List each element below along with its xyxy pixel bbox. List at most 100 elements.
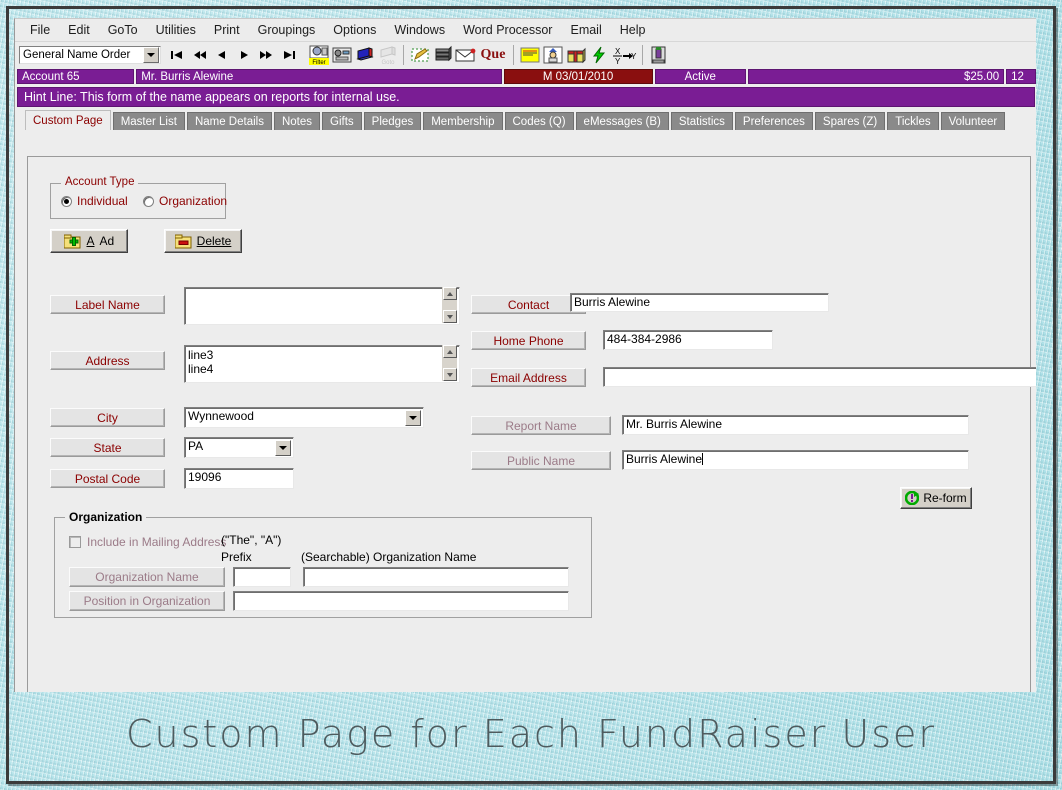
tab-volunteer[interactable]: Volunteer <box>940 112 1006 130</box>
public-name-input[interactable]: Burris Alewine <box>622 450 969 470</box>
state-label[interactable]: State <box>50 438 165 457</box>
postal-code-input[interactable]: 19096 <box>184 468 294 489</box>
next-record-button[interactable] <box>233 45 255 65</box>
scroll-up-icon[interactable] <box>442 345 457 358</box>
city-label[interactable]: City <box>50 408 165 427</box>
scroll-up-icon[interactable] <box>442 287 457 300</box>
menu-item-windows[interactable]: Windows <box>385 21 454 39</box>
menu-item-edit[interactable]: Edit <box>59 21 99 39</box>
label-name-label[interactable]: Label Name <box>50 295 165 314</box>
address-scrollbar[interactable] <box>442 345 459 382</box>
chevron-down-icon[interactable] <box>275 440 291 456</box>
chevron-down-icon[interactable] <box>405 410 421 426</box>
exit-icon[interactable] <box>648 45 669 65</box>
scroll-down-icon[interactable] <box>442 368 457 381</box>
postal-code-label[interactable]: Postal Code <box>50 469 165 488</box>
position-in-organization-input[interactable] <box>233 591 569 611</box>
home-phone-label[interactable]: Home Phone <box>471 331 586 350</box>
tab-label: Spares (Z) <box>822 115 878 128</box>
que-icon[interactable]: Que <box>478 45 508 65</box>
account-number-field[interactable]: Account 65 <box>17 69 135 84</box>
book-icon[interactable] <box>354 45 375 65</box>
tab-statistics[interactable]: Statistics <box>670 112 733 130</box>
filter-icon[interactable]: Filter <box>308 45 329 65</box>
scroll-down-icon[interactable] <box>442 310 457 323</box>
reform-button[interactable]: Re-form <box>900 487 972 509</box>
database-icon[interactable] <box>432 45 453 65</box>
radio-organization[interactable]: Organization <box>143 194 227 208</box>
organization-group: Organization Include in Mailing Address … <box>54 510 592 618</box>
record-state-field[interactable]: Active <box>654 69 746 84</box>
contact-input[interactable]: Burris Alewine <box>570 293 829 312</box>
menu-item-print[interactable]: Print <box>205 21 249 39</box>
next-page-button[interactable] <box>255 45 277 65</box>
tab-custom-page[interactable]: Custom Page <box>25 110 111 130</box>
chevron-down-icon[interactable] <box>143 47 159 63</box>
public-name-label: Public Name <box>471 451 611 470</box>
tab-emessages[interactable]: eMessages (B) <box>575 112 669 130</box>
tab-tickles[interactable]: Tickles <box>887 112 939 130</box>
prev-record-button[interactable] <box>211 45 233 65</box>
edit-pencil-icon[interactable] <box>409 45 430 65</box>
menu-item-email[interactable]: Email <box>561 21 610 39</box>
menu-item-options[interactable]: Options <box>324 21 385 39</box>
record-amount-field[interactable]: $25.00 <box>747 69 1005 84</box>
notepad-icon[interactable] <box>519 45 540 65</box>
contact-label[interactable]: Contact <box>471 295 586 314</box>
first-record-button[interactable] <box>167 45 189 65</box>
record-extra-field[interactable]: 12 <box>1006 69 1036 84</box>
tab-pledges[interactable]: Pledges <box>363 112 422 130</box>
menu-item-groupings[interactable]: Groupings <box>249 21 325 39</box>
address-input[interactable]: line3 line4 <box>184 345 460 383</box>
label-name-input[interactable] <box>184 287 460 325</box>
tab-label: eMessages (B) <box>583 115 661 128</box>
organization-prefix-input[interactable] <box>233 567 291 587</box>
tab-gifts[interactable]: Gifts <box>322 112 362 130</box>
reform-button-label: Re-form <box>923 491 967 505</box>
tab-preferences[interactable]: Preferences <box>734 112 813 130</box>
toolbar: General Name Order Filter Goto Que X Y Y <box>15 42 1036 68</box>
menu-item-goto[interactable]: GoTo <box>99 21 147 39</box>
tab-notes[interactable]: Notes <box>273 112 321 130</box>
last-record-button[interactable] <box>277 45 299 65</box>
city-combo[interactable]: Wynnewood <box>184 407 424 428</box>
record-name-field[interactable]: Mr. Burris Alewine <box>136 69 502 84</box>
lightning-icon[interactable] <box>588 45 609 65</box>
account-type-title: Account Type <box>61 176 139 188</box>
prev-page-button[interactable] <box>189 45 211 65</box>
tab-spares[interactable]: Spares (Z) <box>814 112 886 130</box>
toolbar-separator-3 <box>642 45 643 65</box>
the-a-note: ("The", "A") <box>221 533 282 547</box>
email-address-label[interactable]: Email Address <box>471 368 586 387</box>
menu-item-word-processor[interactable]: Word Processor <box>454 21 561 39</box>
tab-name-details[interactable]: Name Details <box>186 112 272 130</box>
volunteer-icon[interactable] <box>542 45 563 65</box>
name-order-combo[interactable]: General Name Order <box>19 46 161 64</box>
gift-icon[interactable] <box>565 45 586 65</box>
goto-record-icon[interactable] <box>331 45 352 65</box>
organization-name-input[interactable] <box>303 567 569 587</box>
menu-item-file[interactable]: File <box>21 21 59 39</box>
include-in-mailing-address-checkbox[interactable]: Include in Mailing Address <box>69 535 226 549</box>
email-address-input[interactable] <box>603 367 1036 387</box>
crosstab-icon[interactable]: X Y Y <box>611 45 637 65</box>
que-icon-label: Que <box>480 47 506 62</box>
label-name-scrollbar[interactable] <box>442 287 459 324</box>
tab-codes[interactable]: Codes (Q) <box>504 112 574 130</box>
radio-individual[interactable]: Individual <box>61 194 128 208</box>
tab-master-list[interactable]: Master List <box>112 112 185 130</box>
reform-refresh-icon <box>905 491 920 505</box>
envelope-icon[interactable] <box>455 45 476 65</box>
tab-membership[interactable]: Membership <box>423 112 503 130</box>
radio-individual-label: Individual <box>77 194 128 208</box>
record-date-field[interactable]: M 03/01/2010 <box>503 69 653 84</box>
home-phone-input[interactable]: 484-384-2986 <box>603 330 773 350</box>
svg-text:X: X <box>615 47 621 56</box>
menu-item-utilities[interactable]: Utilities <box>147 21 205 39</box>
state-combo[interactable]: PA <box>184 437 294 458</box>
menu-item-help[interactable]: Help <box>611 21 655 39</box>
delete-button[interactable]: Delete <box>164 229 242 253</box>
add-button[interactable]: AAdd <box>50 229 128 253</box>
report-name-input[interactable]: Mr. Burris Alewine <box>622 415 969 435</box>
address-label[interactable]: Address <box>50 351 165 370</box>
